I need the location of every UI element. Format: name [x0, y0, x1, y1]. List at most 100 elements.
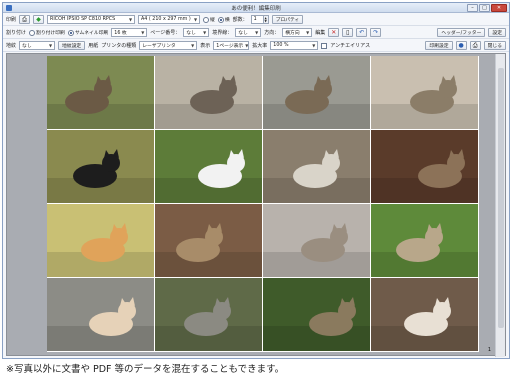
close-window-button[interactable]: ✕ — [491, 4, 507, 12]
chevron-down-icon: ▼ — [203, 30, 207, 35]
cat-photo-9[interactable] — [47, 204, 154, 277]
print-preview: 1 — [6, 53, 506, 357]
page-number-value: なし — [186, 31, 196, 36]
direction-value: 横方向 — [285, 31, 300, 36]
cat-photo-8[interactable] — [371, 130, 478, 203]
cat-photo-4[interactable] — [371, 56, 478, 129]
page-number-label: ページ番号： — [150, 30, 181, 36]
zoom-select[interactable]: 100 % ▼ — [270, 41, 319, 50]
cat-photo-14[interactable] — [155, 278, 262, 351]
cat-photo-10[interactable] — [155, 204, 262, 277]
copies-stepper[interactable]: 1 ▲ ▼ — [250, 15, 269, 24]
properties-button[interactable]: プロパティ — [271, 15, 304, 24]
layout-print-radio[interactable]: 割り付け印刷 — [29, 29, 65, 36]
spin-arrows-icon[interactable]: ▲ ▼ — [262, 16, 268, 23]
header-footer-button[interactable]: ヘッダー/フッター — [437, 28, 486, 37]
portrait-radio[interactable]: 縦 — [203, 16, 215, 23]
help-icon[interactable]: ● — [455, 41, 467, 50]
chevron-down-icon: ▼ — [128, 17, 133, 22]
copies-label: 部数： — [232, 17, 248, 23]
cat-photo-12[interactable] — [371, 204, 478, 277]
cat-photo-7[interactable] — [263, 130, 370, 203]
settings-button[interactable]: 設定 — [488, 28, 506, 37]
minimize-button[interactable]: – — [467, 4, 478, 12]
redo-icon[interactable]: ↷ — [370, 28, 382, 37]
thumbnail-print-radio[interactable]: サムネイル印刷 — [67, 29, 108, 36]
color-pattern-value: なし — [22, 44, 32, 49]
app-icon — [6, 5, 12, 11]
color-pattern-select[interactable]: なし ▼ — [19, 41, 56, 50]
direction-select[interactable]: 横方向 ▼ — [282, 28, 313, 37]
radio-portrait-dot — [203, 16, 210, 23]
chevron-down-icon: ▼ — [306, 30, 310, 35]
cat-photo-6[interactable] — [155, 130, 262, 203]
vertical-scrollbar[interactable] — [495, 54, 505, 357]
close-button[interactable]: 閉じる — [483, 41, 506, 50]
count-select[interactable]: 16 枚 ▼ — [111, 28, 148, 37]
paper-size-select[interactable]: A4 ( 210 x 297 mm ) ▼ — [138, 15, 201, 24]
title-bar: あの便利！編集印刷 – □ ✕ — [3, 3, 509, 13]
cat-photo-5[interactable] — [47, 130, 154, 203]
green-action-icon[interactable]: ◆ — [33, 15, 45, 24]
color-pattern-settings-button[interactable]: 地紋設定 — [58, 41, 86, 50]
window-title: あの便利！編集印刷 — [231, 5, 281, 12]
printer-select-value: RICOH IPSIO SP C810 RPCS — [50, 17, 116, 22]
delete-icon[interactable]: ✕ — [328, 28, 340, 37]
cat-photo-13[interactable] — [47, 278, 154, 351]
print-icon[interactable]: ⎙ — [469, 41, 481, 50]
printer-icon[interactable]: ⎙ — [19, 15, 31, 24]
view-label: 表示 — [200, 43, 211, 49]
chevron-down-icon: ▼ — [191, 43, 195, 48]
antialias-checkbox[interactable] — [321, 42, 328, 49]
view-value: 1ページ表示 — [216, 44, 244, 49]
cat-photo-16[interactable] — [371, 278, 478, 351]
thumbnail-grid — [47, 56, 479, 352]
page-icon[interactable]: ▯ — [342, 28, 354, 37]
printer-kind-select[interactable]: レーザプリンタ ▼ — [139, 41, 198, 50]
zoom-value: 100 % — [273, 43, 289, 48]
copies-value: 1 — [253, 17, 257, 22]
radio-landscape-dot — [217, 16, 224, 23]
scrollbar-thumb[interactable] — [498, 68, 504, 328]
chevron-down-icon: ▼ — [48, 43, 53, 48]
view-select[interactable]: 1ページ表示 ▼ — [213, 41, 250, 50]
toolbar-view: 地紋 なし ▼ 地紋設定 用紙 プリンタの種類 レーザプリンタ ▼ 表示 1ペー… — [3, 40, 509, 52]
landscape-label: 横 — [224, 18, 230, 23]
cat-photo-2[interactable] — [155, 56, 262, 129]
chevron-down-icon: ▼ — [245, 43, 249, 48]
paper-size-value: A4 ( 210 x 297 mm ) — [141, 17, 191, 22]
cat-photo-15[interactable] — [263, 278, 370, 351]
radio-thumbnail-dot — [67, 29, 74, 36]
cat-photo-11[interactable] — [263, 204, 370, 277]
printer-select[interactable]: RICOH IPSIO SP C810 RPCS ▼ — [47, 15, 136, 24]
edit-label: 編集 — [315, 30, 326, 36]
portrait-label: 縦 — [210, 18, 215, 23]
chevron-down-icon: ▼ — [141, 30, 145, 35]
app-window: あの便利！編集印刷 – □ ✕ 印刷 ⎙ ◆ RICOH IPSIO SP C8… — [2, 2, 510, 359]
maximize-button[interactable]: □ — [479, 4, 490, 12]
landscape-radio[interactable]: 横 — [217, 16, 230, 23]
print-label: 印刷 — [6, 17, 17, 23]
window-controls: – □ ✕ — [467, 4, 507, 12]
undo-icon[interactable]: ↶ — [356, 28, 368, 37]
chevron-down-icon: ▼ — [312, 43, 316, 48]
page-number: 1 — [487, 347, 491, 353]
layout-print-label: 割り付け印刷 — [36, 31, 65, 36]
antialias-label: アンチエイリアス — [330, 43, 371, 49]
zoom-label: 拡大率 — [252, 43, 268, 49]
border-select[interactable]: なし ▼ — [235, 28, 262, 37]
cat-photo-3[interactable] — [263, 56, 370, 129]
cat-photo-1[interactable] — [47, 56, 154, 129]
toolbar-layout: 割り付け 割り付け印刷 サムネイル印刷 16 枚 ▼ ページ番号： なし ▼ 境… — [3, 27, 509, 39]
chevron-down-icon: ▼ — [193, 17, 198, 22]
layout-label: 割り付け — [6, 30, 27, 36]
color-pattern-label: 地紋 — [6, 43, 17, 49]
print-settings-button[interactable]: 印刷設定 — [425, 41, 453, 50]
toolbar-printer: 印刷 ⎙ ◆ RICOH IPSIO SP C810 RPCS ▼ A4 ( 2… — [3, 14, 509, 26]
count-value: 16 枚 — [114, 31, 127, 36]
page-number-select[interactable]: なし ▼ — [183, 28, 210, 37]
caption-text: ※写真以外に文書や PDF 等のデータを混在することもできます。 — [6, 364, 285, 375]
printer-kind-label: プリンタの種類 — [101, 43, 137, 49]
preview-page — [47, 56, 479, 352]
direction-label: 方向： — [264, 30, 280, 36]
